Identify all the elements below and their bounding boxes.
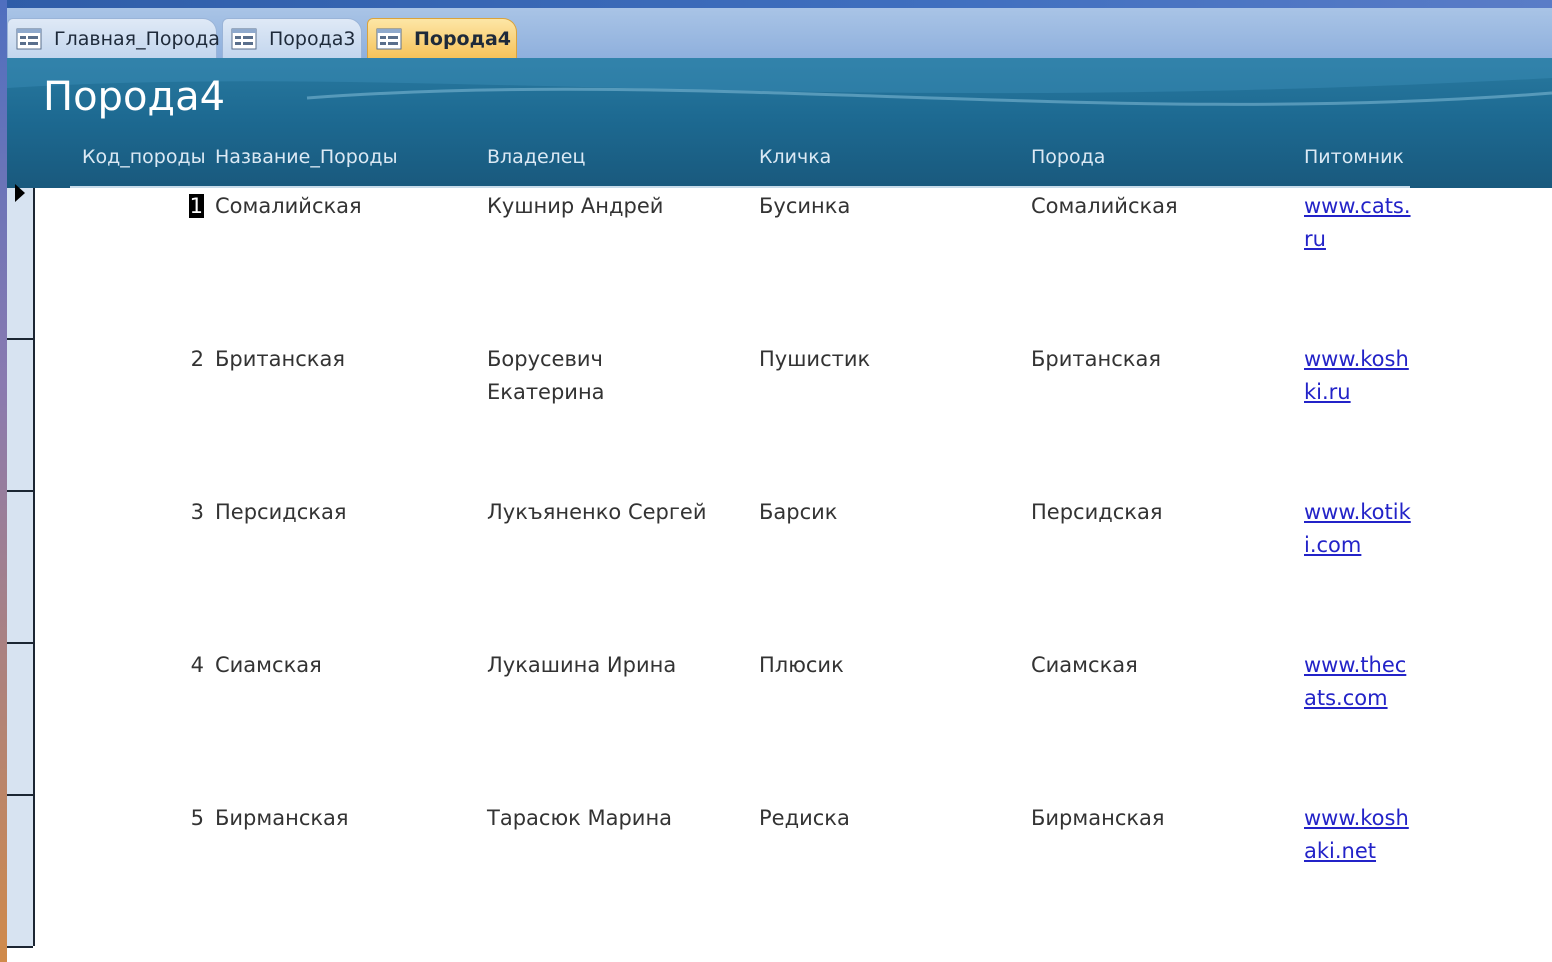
record-selector-column [7,184,35,948]
field-pitomnik-link[interactable]: www.thecats.com [1304,649,1414,715]
current-record-arrow-icon [15,184,25,202]
field-klichka[interactable]: Барсик [759,496,837,529]
field-poroda[interactable]: Сомалийская [1031,190,1178,223]
field-pitomnik-link[interactable]: www.kotiki.com [1304,496,1414,562]
window-left-border [0,0,7,962]
field-vladelec[interactable]: Лукъяненко Сергей [487,496,727,529]
field-pitomnik-link[interactable]: www.koshaki.net [1304,802,1414,868]
column-header-kod-porody: Код_породы [82,146,206,168]
column-header-pitomnik: Питомник [1304,146,1404,168]
tab-label: Порода4 [414,27,511,50]
field-klichka[interactable]: Пушистик [759,343,870,376]
form-header: Порода4 Код_породы Название_Породы Владе… [7,58,1552,188]
tab-poroda3[interactable]: Порода3 [222,18,362,58]
field-nazvanie-porody[interactable]: Персидская [215,496,347,529]
field-vladelec[interactable]: Тарасюк Марина [487,802,727,835]
tab-glavnaya-poroda[interactable]: Главная_Порода [7,18,220,58]
field-vladelec[interactable]: Кушнир Андрей [487,190,727,223]
field-vladelec[interactable]: Лукашина Ирина [487,649,727,682]
form-icon [376,28,402,50]
field-nazvanie-porody[interactable]: Британская [215,343,345,376]
column-header-klichka: Кличка [759,146,832,168]
field-poroda[interactable]: Британская [1031,343,1161,376]
record-selector[interactable] [7,492,33,644]
document-tabs: Главная_Порода Порода3 Порода4 [7,8,1552,58]
record-selector[interactable] [7,184,33,340]
field-poroda[interactable]: Бирманская [1031,802,1165,835]
field-kod-porody[interactable]: 2 [174,343,204,376]
form-icon [231,28,257,50]
field-kod-porody[interactable]: 1 [174,190,204,223]
record-selector[interactable] [7,796,33,948]
page-title: Порода4 [43,74,226,120]
field-nazvanie-porody[interactable]: Бирманская [215,802,349,835]
tab-poroda4[interactable]: Порода4 [367,18,517,58]
field-vladelec[interactable]: Борусевич Екатерина [487,343,677,409]
column-header-vladelec: Владелец [487,146,586,168]
field-klichka[interactable]: Редиска [759,802,850,835]
header-wave-decoration [7,58,1552,106]
field-poroda[interactable]: Сиамская [1031,649,1138,682]
window-top-border [0,0,1552,8]
header-divider [70,186,1410,188]
field-klichka[interactable]: Плюсик [759,649,844,682]
field-kod-porody[interactable]: 3 [174,496,204,529]
field-nazvanie-porody[interactable]: Сиамская [215,649,322,682]
record-selector[interactable] [7,340,33,492]
field-pitomnik-link[interactable]: www.cats.ru [1304,190,1414,256]
field-pitomnik-link[interactable]: www.koshki.ru [1304,343,1414,409]
field-kod-porody[interactable]: 5 [174,802,204,835]
field-nazvanie-porody[interactable]: Сомалийская [215,190,362,223]
column-header-poroda: Порода [1031,146,1106,168]
record-selector[interactable] [7,644,33,796]
field-klichka[interactable]: Бусинка [759,190,850,223]
tab-label: Главная_Порода [54,27,220,50]
column-header-nazvanie-porody: Название_Породы [215,146,398,168]
form-icon [16,28,42,50]
field-kod-porody[interactable]: 4 [174,649,204,682]
field-poroda[interactable]: Персидская [1031,496,1163,529]
tab-label: Порода3 [269,27,356,50]
